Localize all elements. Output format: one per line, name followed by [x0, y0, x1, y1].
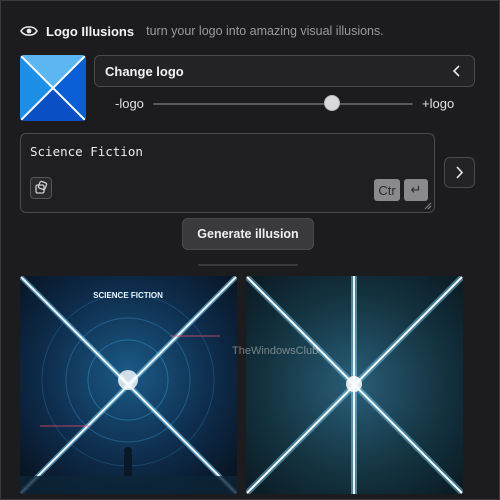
watermark-text: TheWindowsClub	[232, 345, 319, 357]
change-logo-button[interactable]: Change logo	[94, 55, 475, 87]
chevron-left-icon	[452, 65, 460, 77]
prompt-value: Science Fiction	[30, 144, 143, 159]
glowing-x-illusion-image	[246, 276, 463, 494]
watermark: TheWindowsClub	[232, 345, 318, 358]
slider-min-label: -logo	[115, 96, 144, 111]
generate-illusion-label: Generate illusion	[197, 227, 299, 241]
generate-illusion-button[interactable]: Generate illusion	[182, 218, 314, 250]
app-subtitle: turn your logo into amazing visual illus…	[146, 24, 384, 38]
next-button[interactable]	[444, 157, 475, 188]
windows-logo-thumbnail	[20, 55, 86, 121]
change-logo-label: Change logo	[105, 63, 184, 79]
random-prompt-button[interactable]	[30, 177, 52, 199]
dice-icon	[35, 180, 48, 194]
header: Logo Illusions turn your logo into amazi…	[20, 22, 384, 40]
image-caption: SCIENCE FICTION	[93, 291, 163, 300]
ctrl-key-hint: Ctr	[374, 179, 400, 201]
chevron-right-icon	[456, 166, 464, 179]
section-divider	[198, 264, 298, 266]
result-image-2[interactable]	[246, 276, 463, 494]
logo-thumbnail[interactable]	[20, 55, 86, 121]
result-image-1[interactable]: SCIENCE FICTION	[20, 276, 237, 494]
app-title: Logo Illusions	[46, 23, 135, 39]
prompt-textarea[interactable]: Science Fiction Ctr ↵	[20, 133, 435, 213]
sci-fi-illusion-image: SCIENCE FICTION	[20, 276, 237, 494]
slider-max-label: +logo	[422, 96, 455, 111]
logo-strength-slider-track[interactable]	[153, 103, 413, 105]
resize-handle-icon[interactable]	[424, 202, 432, 210]
enter-key-hint: ↵	[404, 179, 428, 201]
eye-icon	[20, 26, 38, 36]
